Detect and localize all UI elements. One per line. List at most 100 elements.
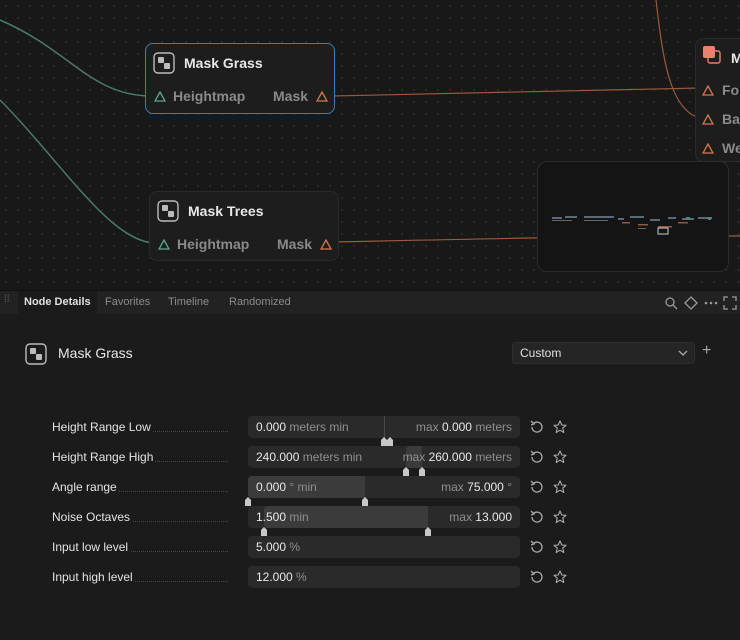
min-unit: meters min <box>302 450 363 464</box>
max-prefix: max <box>449 510 472 524</box>
reset-icon[interactable] <box>530 420 544 434</box>
param-row: Height Range Low 0.000 meters min max 0.00… <box>0 416 740 446</box>
more-icon[interactable] <box>704 296 718 310</box>
node-type-icon <box>153 52 175 74</box>
min-value: 240.000 <box>256 450 300 464</box>
tab-timeline[interactable]: Timeline <box>162 291 215 315</box>
preset-dropdown[interactable]: Custom <box>512 342 695 364</box>
reset-icon[interactable] <box>530 570 544 584</box>
node-type-icon <box>25 343 47 365</box>
expand-icon[interactable] <box>723 296 737 310</box>
favorite-star-icon[interactable] <box>553 420 567 434</box>
max-value-text[interactable]: max 0.000 meters <box>416 416 512 438</box>
range-max-handle[interactable] <box>386 431 394 446</box>
favorite-star-icon[interactable] <box>553 450 567 464</box>
reset-icon[interactable] <box>530 450 544 464</box>
max-prefix: max <box>415 420 439 434</box>
param-value-field[interactable]: 1.500 min max 13.000 <box>248 506 520 536</box>
min-value-text[interactable]: 0.000 meters min <box>256 416 349 438</box>
tab-favorites[interactable]: Favorites <box>99 291 156 315</box>
preset-value: Custom <box>520 346 562 360</box>
node-partial[interactable]: M For Ba We <box>695 38 740 162</box>
node-details-panel: Mask Grass Custom + Height Range Low 0.00… <box>0 314 740 640</box>
min-unit: meters min <box>289 420 349 434</box>
max-unit: ° <box>507 480 512 494</box>
range-max-handle[interactable] <box>424 521 432 536</box>
range-min-handle[interactable] <box>260 521 268 536</box>
reset-icon[interactable] <box>530 480 544 494</box>
mask-wire <box>331 87 701 97</box>
min-value: 5.000 <box>256 540 287 554</box>
param-label: Height Range High <box>52 450 156 464</box>
input-port-icon[interactable] <box>158 239 170 250</box>
min-value-text[interactable]: 0.000 ° min <box>256 476 317 498</box>
diamond-icon[interactable] <box>684 296 698 310</box>
param-value-field[interactable]: 12.000 % <box>248 566 520 588</box>
reset-icon[interactable] <box>530 510 544 524</box>
minimap-preview <box>552 216 712 235</box>
min-value-text[interactable]: 12.000 % <box>256 566 307 588</box>
graph-minimap[interactable] <box>537 161 729 272</box>
favorite-star-icon[interactable] <box>553 480 567 494</box>
param-label: Input high level <box>52 570 135 584</box>
details-title: Mask Grass <box>58 345 133 361</box>
favorite-star-icon[interactable] <box>553 510 567 524</box>
favorite-star-icon[interactable] <box>553 570 567 584</box>
param-row: Input high level 12.000 % <box>0 566 740 588</box>
param-row: Input low level 5.000 % <box>0 536 740 558</box>
param-label: Angle range <box>52 480 119 494</box>
min-value: 12.000 <box>256 570 293 584</box>
node-title: M <box>731 50 740 66</box>
param-value-field[interactable]: 240.000 meters min max 260.000 meters <box>248 446 520 476</box>
param-value-field[interactable]: 0.000 meters min max 0.000 meters <box>248 416 520 446</box>
input-port-label: Ba <box>722 111 740 127</box>
min-value: 0.000 <box>256 420 287 434</box>
input-port-icon[interactable] <box>702 114 714 125</box>
node-graph-canvas[interactable]: Mask Grass Heightmap Mask Mask Trees Hei… <box>0 0 740 290</box>
drag-handle-icon[interactable]: ⁞⁞ <box>4 295 10 305</box>
reset-icon[interactable] <box>530 540 544 554</box>
heightmap-wire <box>0 19 151 97</box>
input-port-icon[interactable] <box>154 91 166 102</box>
max-unit: meters <box>475 420 512 434</box>
range-max-handle[interactable] <box>361 491 369 506</box>
min-unit: min <box>289 510 309 524</box>
node-mask-grass[interactable]: Mask Grass Heightmap Mask <box>145 43 335 114</box>
min-value-text[interactable]: 240.000 meters min <box>256 446 362 468</box>
output-port-label: Mask <box>273 88 309 104</box>
max-value: 260.000 <box>428 450 472 464</box>
node-title: Mask Grass <box>184 55 263 71</box>
panel-tab-bar: ⁞⁞ Node Details Favorites Timeline Rando… <box>0 290 740 315</box>
range-max-handle[interactable] <box>418 461 426 476</box>
param-value-field[interactable]: 0.000 ° min max 75.000 ° <box>245 476 520 506</box>
output-port-icon[interactable] <box>316 91 328 102</box>
range-min-handle[interactable] <box>244 491 252 506</box>
max-value: 0.000 <box>441 420 472 434</box>
max-value-text[interactable]: max 13.000 <box>449 506 512 528</box>
output-port-label: Mask <box>277 236 313 252</box>
min-value-text[interactable]: 5.000 % <box>256 536 300 558</box>
output-port-icon[interactable] <box>320 239 332 250</box>
node-title: Mask Trees <box>188 203 264 219</box>
max-value: 75.000 <box>467 480 504 494</box>
max-value-text[interactable]: max 75.000 ° <box>441 476 512 498</box>
param-row: Height Range High 240.000 meters min max 2… <box>0 446 740 476</box>
input-port-label: For <box>722 82 740 98</box>
node-type-icon <box>157 200 179 222</box>
tab-randomized[interactable]: Randomized <box>223 291 297 315</box>
param-label: Noise Octaves <box>52 510 133 524</box>
input-port-icon[interactable] <box>702 143 714 154</box>
favorite-star-icon[interactable] <box>553 540 567 554</box>
search-icon[interactable] <box>664 296 678 310</box>
param-value-field[interactable]: 5.000 % <box>248 536 520 558</box>
add-preset-button[interactable]: + <box>702 343 711 359</box>
range-min-handle[interactable] <box>402 461 410 476</box>
input-port-icon[interactable] <box>702 85 714 96</box>
mask-wire <box>655 0 701 119</box>
max-value: 13.000 <box>475 510 512 524</box>
tab-node-details[interactable]: Node Details <box>18 291 97 315</box>
heightmap-wire <box>0 99 156 244</box>
max-unit: meters <box>475 450 512 464</box>
node-mask-trees[interactable]: Mask Trees Heightmap Mask <box>149 191 339 261</box>
chevron-down-icon <box>678 350 688 356</box>
